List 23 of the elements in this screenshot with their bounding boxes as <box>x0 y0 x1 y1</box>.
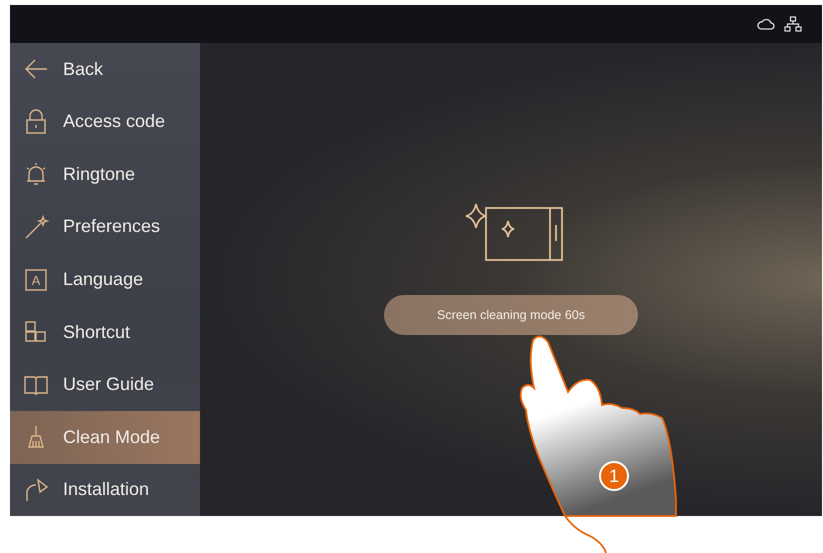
menu-item[interactable]: Shortcut <box>10 306 200 358</box>
menu-item[interactable]: Preferences <box>10 200 200 254</box>
menu-item[interactable]: Installation <box>10 464 200 516</box>
menu-item-label: User Guide <box>63 374 154 396</box>
menu-item-label: Installation <box>63 479 150 500</box>
menu-item-label: Ringtone <box>63 164 136 185</box>
menu-item-label: Back <box>63 58 104 80</box>
menu-item[interactable]: Access code <box>10 96 200 148</box>
menu-item-label: Shortcut <box>63 322 130 343</box>
letter-icon: A <box>23 266 49 293</box>
menu-item[interactable]: Clean Mode <box>10 410 200 464</box>
network-icon <box>784 16 802 32</box>
cloud-icon <box>757 18 775 30</box>
menu-item[interactable]: Ringtone <box>10 148 200 201</box>
wand-icon <box>23 214 49 240</box>
menu-item-label: Clean Mode <box>63 426 160 448</box>
menu-item-label: Language <box>63 269 144 290</box>
menu-item[interactable]: A Language <box>10 253 200 306</box>
menu-item-label: Access code <box>63 111 166 132</box>
menu-item-label: Preferences <box>63 216 160 238</box>
menu-item[interactable]: Back <box>10 43 200 96</box>
menu-item[interactable]: User Guide <box>10 358 200 411</box>
clean-mode-toast: Screen cleaning mode 60s <box>384 295 638 335</box>
